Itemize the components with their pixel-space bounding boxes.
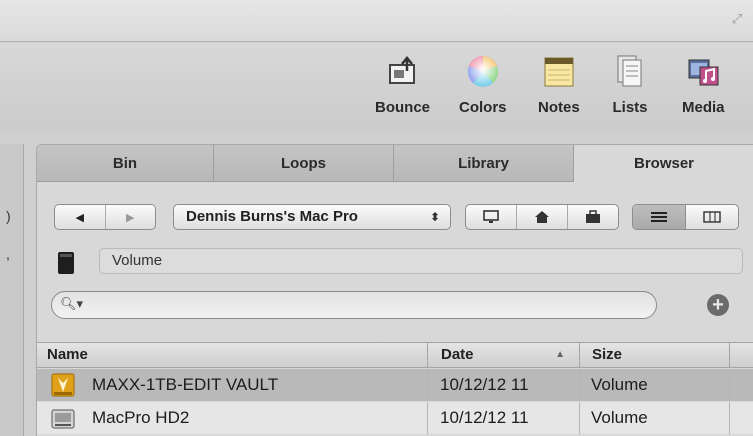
home-icon xyxy=(534,210,550,224)
row-name: MAXX-1TB-EDIT VAULT xyxy=(92,369,278,401)
path-field: Volume xyxy=(99,248,743,274)
list-view-icon xyxy=(650,211,668,223)
back-forward-control: ◀ ▶ xyxy=(54,204,156,230)
forward-button[interactable]: ▶ xyxy=(106,205,156,229)
tab-library[interactable]: Library xyxy=(394,145,574,182)
row-name: MacPro HD2 xyxy=(92,402,189,434)
internal-drive-icon xyxy=(51,406,75,430)
home-location-button[interactable] xyxy=(517,205,568,229)
media-button[interactable]: Media xyxy=(682,51,725,127)
media-icon xyxy=(685,51,721,91)
column-view-button[interactable] xyxy=(686,205,738,229)
tab-browser[interactable]: Browser xyxy=(574,145,753,182)
source-popup[interactable]: Dennis Burns's Mac Pro ⬍ xyxy=(173,204,451,230)
toolbar: Bounce Colors xyxy=(0,43,753,131)
search-icon: 🔍︎▾ xyxy=(60,296,83,312)
column-divider xyxy=(579,369,580,401)
bounce-icon xyxy=(385,51,421,91)
column-divider xyxy=(579,402,580,434)
fullscreen-icon[interactable]: ⤢ xyxy=(729,10,745,28)
colors-button[interactable]: Colors xyxy=(459,51,507,127)
column-header-extra xyxy=(729,343,753,367)
column-header-date[interactable]: Date ▲ xyxy=(427,343,579,367)
tab-bar: Bin Loops Library Browser xyxy=(37,145,753,182)
browser-panel: Bin Loops Library Browser ◀ ▶ Dennis Bur… xyxy=(36,144,753,436)
colors-label: Colors xyxy=(459,99,507,116)
table-header: Name Date ▲ Size xyxy=(37,342,753,368)
sort-ascending-icon: ▲ xyxy=(555,343,565,367)
table-row[interactable]: MAXX-1TB-EDIT VAULT 10/12/12 11 Volume xyxy=(37,369,753,401)
tab-loops[interactable]: Loops xyxy=(214,145,394,182)
list-view-button[interactable] xyxy=(633,205,686,229)
row-size: Volume xyxy=(591,402,648,434)
bounce-button[interactable]: Bounce xyxy=(375,51,430,127)
back-arrow-icon: ◀ xyxy=(76,211,84,224)
column-header-date-label: Date xyxy=(441,346,474,363)
row-date: 10/12/12 11 xyxy=(440,369,529,401)
left-edge-mark: , xyxy=(6,246,10,262)
lists-button[interactable]: Lists xyxy=(612,51,648,127)
column-header-size[interactable]: Size xyxy=(579,343,729,367)
media-label: Media xyxy=(682,99,725,116)
external-drive-icon xyxy=(51,373,75,397)
lists-label: Lists xyxy=(612,99,647,116)
add-button[interactable]: + xyxy=(707,294,729,316)
path-label: Volume xyxy=(112,252,162,269)
column-divider xyxy=(427,369,428,401)
forward-arrow-icon: ▶ xyxy=(126,211,134,224)
row-size: Volume xyxy=(591,369,648,401)
left-edge-mark: ) xyxy=(6,208,11,224)
column-divider xyxy=(729,402,730,434)
notes-button[interactable]: Notes xyxy=(538,51,580,127)
column-view-icon xyxy=(703,211,721,223)
view-mode-control xyxy=(632,204,739,230)
source-popup-label: Dennis Burns's Mac Pro xyxy=(186,208,358,225)
table-row[interactable]: MacPro HD2 10/12/12 11 Volume xyxy=(37,402,753,434)
left-panel-edge: ) , xyxy=(0,144,24,436)
column-divider xyxy=(427,402,428,434)
volume-icon xyxy=(57,251,75,275)
bounce-label: Bounce xyxy=(375,99,430,116)
back-button[interactable]: ◀ xyxy=(55,205,106,229)
monitor-icon xyxy=(483,210,499,224)
briefcase-icon xyxy=(585,210,601,224)
projects-location-button[interactable] xyxy=(568,205,618,229)
lists-icon xyxy=(612,51,648,91)
notes-label: Notes xyxy=(538,99,580,116)
popup-arrows-icon: ⬍ xyxy=(430,205,440,229)
row-date: 10/12/12 11 xyxy=(440,402,529,434)
window-title-bar: ⤢ xyxy=(0,0,753,42)
search-input[interactable]: 🔍︎▾ xyxy=(51,291,657,319)
browser-body: ◀ ▶ Dennis Burns's Mac Pro ⬍ xyxy=(37,182,753,436)
notepad-icon xyxy=(541,51,577,91)
column-header-name[interactable]: Name xyxy=(47,343,427,367)
column-divider xyxy=(729,369,730,401)
color-wheel-icon xyxy=(465,51,501,91)
computer-location-button[interactable] xyxy=(466,205,517,229)
location-segmented-control xyxy=(465,204,619,230)
tab-bin[interactable]: Bin xyxy=(37,145,214,182)
